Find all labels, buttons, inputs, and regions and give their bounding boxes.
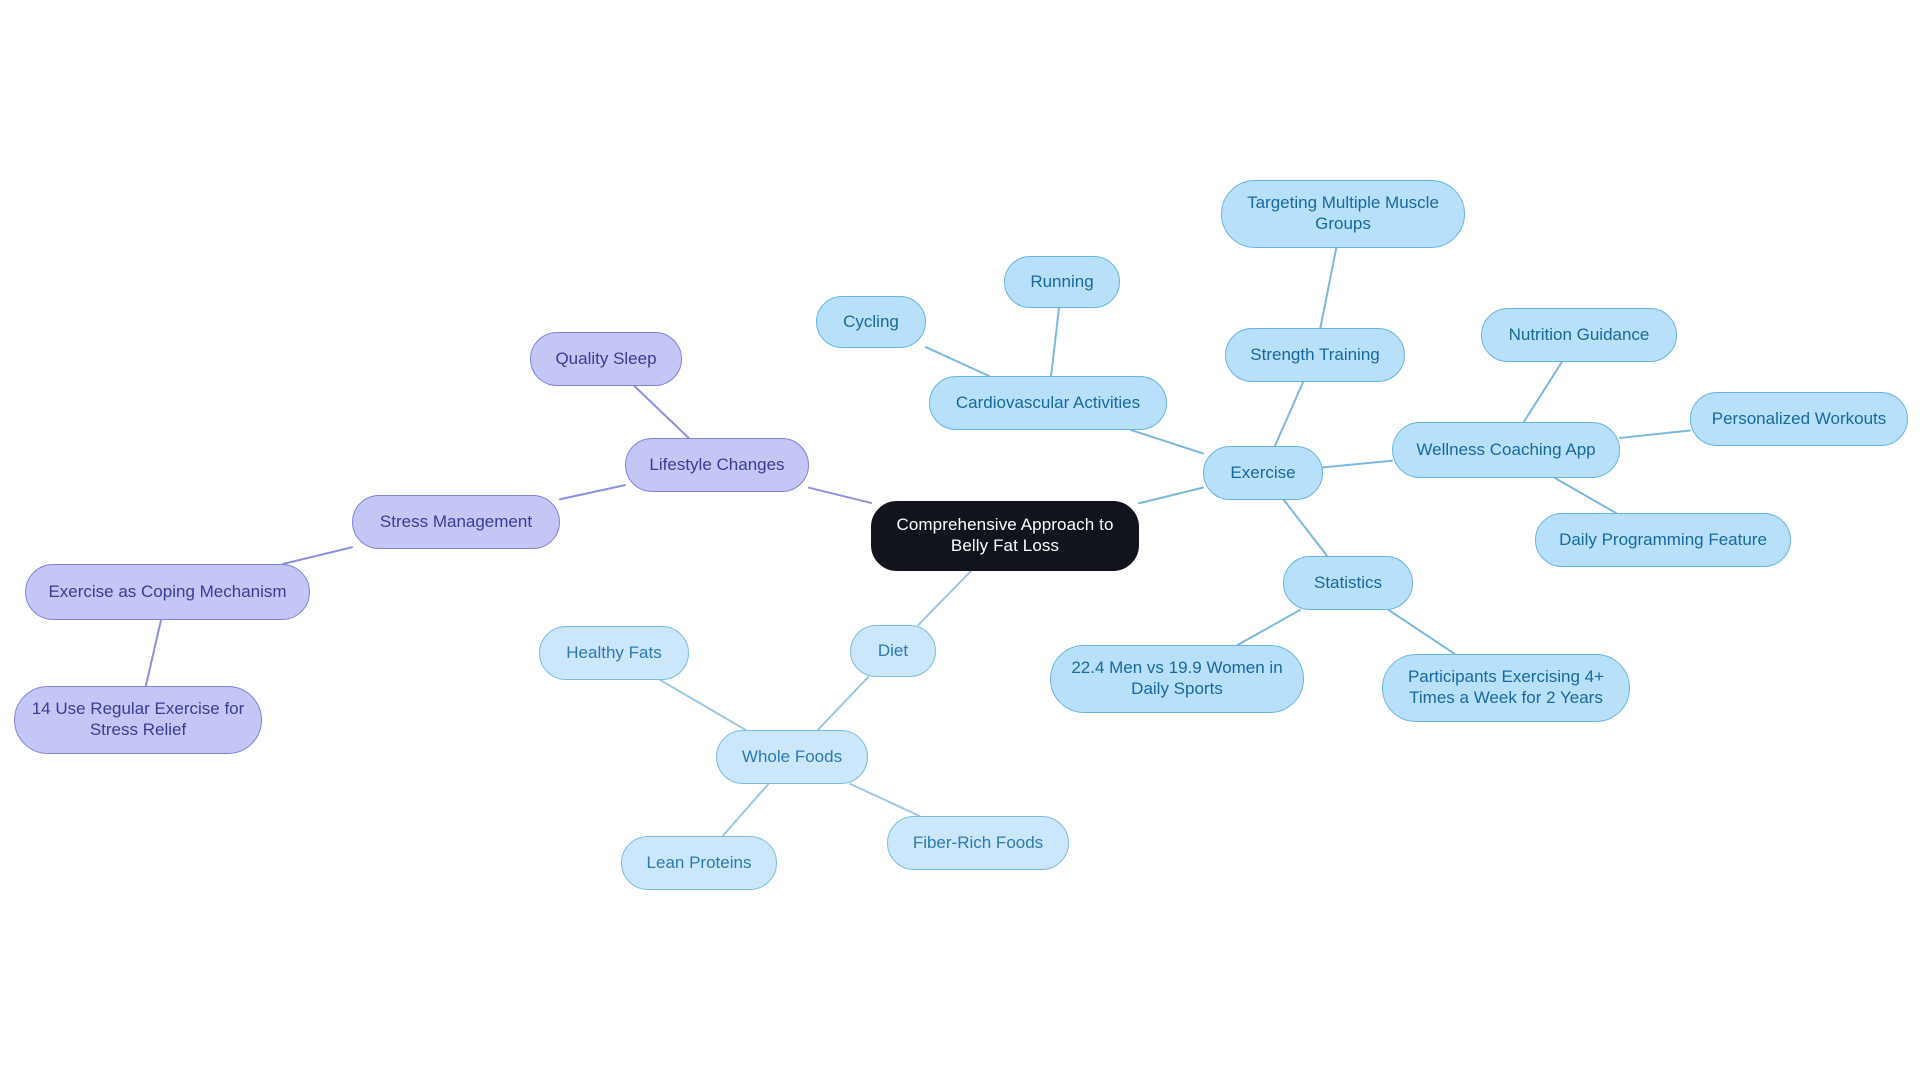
node-label: Cardiovascular Activities — [955, 392, 1141, 412]
node-label: Personalized Workouts — [1711, 408, 1887, 428]
node-label: Lean Proteins — [646, 852, 752, 872]
node-label: Diet — [877, 640, 909, 660]
node-label: 22.4 Men vs 19.9 Women in Daily Sports — [1071, 658, 1283, 698]
mindmap-root-node[interactable]: Comprehensive Approach to Belly Fat Loss — [871, 501, 1139, 571]
mindmap-node-coping[interactable]: Exercise as Coping Mechanism — [25, 564, 310, 620]
node-label: Comprehensive Approach to Belly Fat Loss — [896, 515, 1114, 555]
node-label: Participants Exercising 4+ Times a Week … — [1407, 667, 1605, 707]
node-label: Strength Training — [1250, 344, 1380, 364]
mindmap-node-running[interactable]: Running — [1004, 256, 1120, 308]
node-label: Cycling — [843, 311, 899, 331]
node-label: Healthy Fats — [566, 642, 662, 662]
mindmap-node-stress[interactable]: Stress Management — [352, 495, 560, 549]
mindmap-node-muscle[interactable]: Targeting Multiple Muscle Groups — [1221, 180, 1465, 248]
mindmap-node-whole[interactable]: Whole Foods — [716, 730, 868, 784]
node-label: Nutrition Guidance — [1508, 324, 1650, 344]
mindmap-node-daily[interactable]: Daily Programming Feature — [1535, 513, 1791, 567]
mindmap-node-strength[interactable]: Strength Training — [1225, 328, 1405, 382]
node-label: Exercise — [1230, 462, 1296, 482]
mindmap-node-lean[interactable]: Lean Proteins — [621, 836, 777, 890]
node-label: Statistics — [1313, 572, 1383, 592]
mindmap-node-cycling[interactable]: Cycling — [816, 296, 926, 348]
mindmap-node-fiber[interactable]: Fiber-Rich Foods — [887, 816, 1069, 870]
mindmap-node-relief[interactable]: 14 Use Regular Exercise for Stress Relie… — [14, 686, 262, 754]
mindmap-node-healthy[interactable]: Healthy Fats — [539, 626, 689, 680]
mindmap-node-lifestyle[interactable]: Lifestyle Changes — [625, 438, 809, 492]
node-label: Wellness Coaching App — [1416, 439, 1596, 459]
node-label: Daily Programming Feature — [1559, 529, 1767, 549]
mindmap-node-personal[interactable]: Personalized Workouts — [1690, 392, 1908, 446]
node-label: Lifestyle Changes — [649, 454, 785, 474]
node-label: Whole Foods — [741, 746, 843, 766]
mindmap-node-statistics[interactable]: Statistics — [1283, 556, 1413, 610]
mindmap-node-sleep[interactable]: Quality Sleep — [530, 332, 682, 386]
mindmap-node-stat_part[interactable]: Participants Exercising 4+ Times a Week … — [1382, 654, 1630, 722]
node-label: Fiber-Rich Foods — [912, 832, 1044, 852]
node-label: 14 Use Regular Exercise for Stress Relie… — [31, 699, 245, 739]
mindmap-canvas: Comprehensive Approach to Belly Fat Loss… — [0, 0, 1920, 1083]
mindmap-node-stat_sports[interactable]: 22.4 Men vs 19.9 Women in Daily Sports — [1050, 645, 1304, 713]
node-label: Quality Sleep — [555, 348, 657, 368]
mindmap-node-exercise[interactable]: Exercise — [1203, 446, 1323, 500]
node-layer: Comprehensive Approach to Belly Fat Loss… — [0, 0, 1920, 1083]
mindmap-node-nutrition[interactable]: Nutrition Guidance — [1481, 308, 1677, 362]
node-label: Running — [1030, 271, 1094, 291]
node-label: Targeting Multiple Muscle Groups — [1247, 193, 1439, 233]
mindmap-node-cardio[interactable]: Cardiovascular Activities — [929, 376, 1167, 430]
node-label: Exercise as Coping Mechanism — [48, 581, 287, 601]
mindmap-node-wellness[interactable]: Wellness Coaching App — [1392, 422, 1620, 478]
mindmap-node-diet[interactable]: Diet — [850, 625, 936, 677]
node-label: Stress Management — [379, 511, 533, 531]
